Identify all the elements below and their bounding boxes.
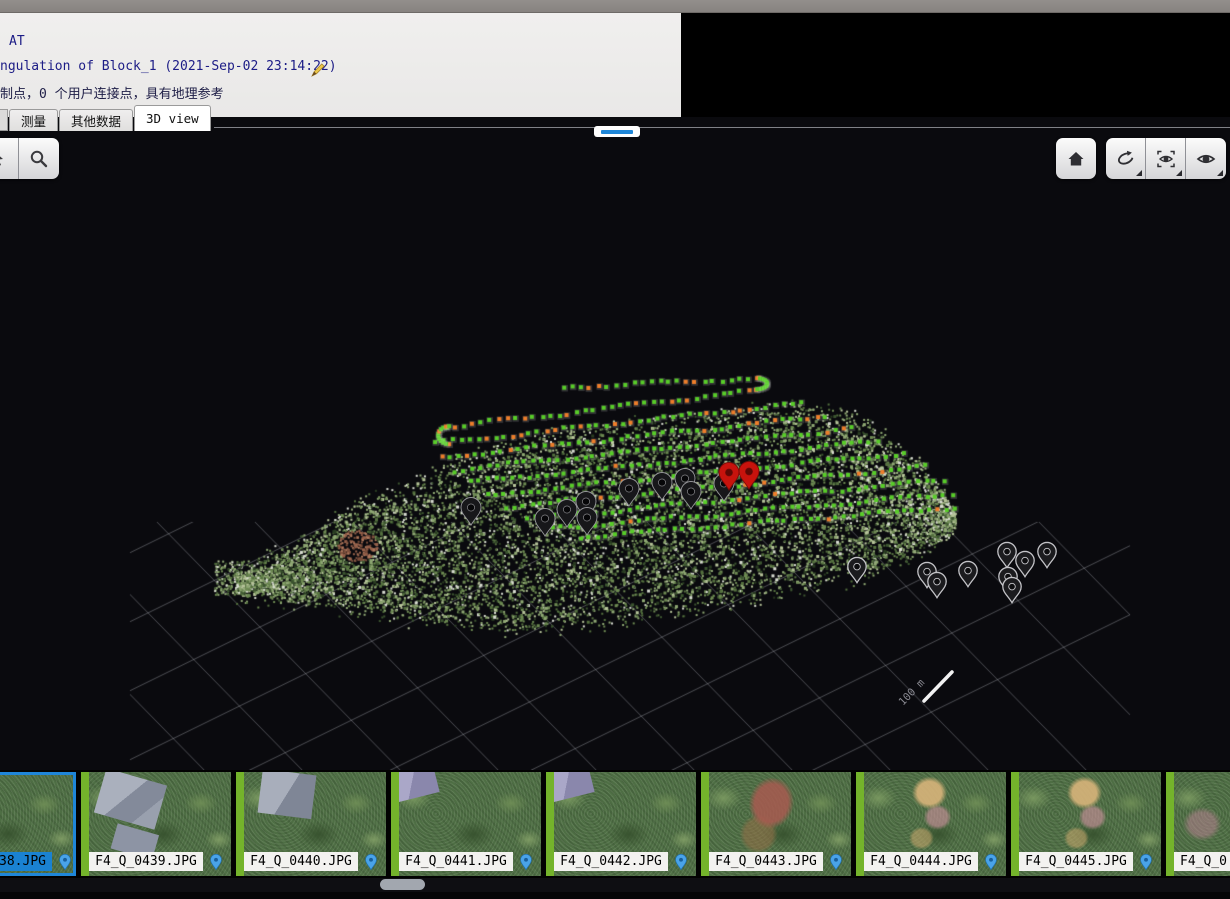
pan-icon	[0, 149, 9, 169]
control-point-pin[interactable]	[928, 572, 946, 597]
photo-thumbnail[interactable]: 38.JPG	[0, 772, 76, 876]
photo-pin-icon	[519, 853, 533, 871]
photo-thumbnail[interactable]: F4_Q_0440.JPG	[236, 772, 386, 876]
photo-pin-icon	[1139, 853, 1153, 871]
photo-pin-icon	[58, 853, 72, 871]
control-point-pin[interactable]	[1016, 551, 1034, 576]
toolbar-view	[1106, 138, 1226, 179]
photo-filename: F4_Q_0445.JPG	[1019, 852, 1133, 871]
photo-thumbnail[interactable]: F4_Q_0439.JPG	[81, 772, 231, 876]
panel-splitter-handle[interactable]	[594, 126, 640, 137]
eye-icon	[1195, 148, 1217, 170]
photo-filename: F4_Q_0442.JPG	[554, 852, 668, 871]
photo-pin-icon	[674, 853, 688, 871]
display-options-button[interactable]	[1186, 138, 1226, 179]
photo-position-pin[interactable]	[619, 479, 639, 507]
app-label: AT	[9, 34, 25, 49]
pan-tool-button[interactable]	[0, 138, 19, 179]
tab-label: 测量	[21, 111, 46, 130]
photo-filename: F4_Q_0439.JPG	[89, 852, 203, 871]
orbit-icon	[1115, 148, 1137, 170]
application-window: AT ngulation of Block_1 (2021-Sep-02 23:…	[0, 0, 1230, 899]
scale-label: 100 m	[897, 677, 928, 708]
photo-position-pin[interactable]	[557, 500, 577, 528]
viewport-top-divider	[214, 127, 1230, 128]
block-summary: 制点，0 个用户连接点，具有地理参考	[0, 83, 224, 102]
tab-strip: 测量 其他数据 3D view	[0, 104, 212, 131]
orbit-mode-button[interactable]	[1106, 138, 1146, 179]
edit-pencil-icon[interactable]	[310, 62, 326, 78]
photo-position-pin[interactable]	[652, 473, 672, 501]
photo-thumbnail[interactable]: F4_Q_0443.JPG	[701, 772, 851, 876]
header-panel: AT ngulation of Block_1 (2021-Sep-02 23:…	[0, 13, 681, 117]
tab-3d-view[interactable]: 3D view	[134, 105, 211, 131]
photo-position-pin[interactable]	[681, 482, 701, 510]
selected-photo-pin[interactable]	[739, 462, 759, 490]
photo-position-pin[interactable]	[461, 498, 481, 526]
zoom-on-visible-button[interactable]	[1146, 138, 1186, 179]
photo-pin-icon	[209, 853, 223, 871]
scale-bar	[924, 672, 952, 701]
photo-position-pin[interactable]	[577, 508, 597, 536]
control-point-pin[interactable]	[1038, 542, 1056, 567]
photo-thumbnail[interactable]: F4_Q_0444.JPG	[856, 772, 1006, 876]
dropdown-corner	[1176, 170, 1182, 176]
photo-thumbnail[interactable]: F4_Q_0441.JPG	[391, 772, 541, 876]
tab-scroll-stub[interactable]	[0, 109, 8, 131]
tab-label: 其他数据	[71, 111, 121, 130]
scrollbar-thumb[interactable]	[380, 879, 425, 890]
photo-thumbnail[interactable]: F4_Q_0442.JPG	[546, 772, 696, 876]
tab-其他数据[interactable]: 其他数据	[59, 109, 133, 131]
toolbar-home	[1056, 138, 1096, 179]
marker-overlay: 100 m	[0, 117, 1230, 770]
photo-pin-icon	[984, 853, 998, 871]
photo-thumbnail[interactable]: F4_Q_0445.JPG	[1011, 772, 1161, 876]
window-titlebar[interactable]	[0, 0, 1230, 13]
photo-filename: F4_Q_0444.JPG	[864, 852, 978, 871]
splitter-grip	[601, 130, 633, 134]
control-point-pin[interactable]	[998, 542, 1016, 567]
photo-filename: F4_Q_0	[1174, 852, 1230, 871]
control-point-pin[interactable]	[959, 561, 977, 586]
control-point-pin[interactable]	[1003, 577, 1021, 602]
viewport-3d[interactable]: 100 m	[0, 117, 1230, 770]
photo-filename: F4_Q_0443.JPG	[709, 852, 823, 871]
photo-pin-icon	[364, 853, 378, 871]
horizontal-scrollbar[interactable]	[0, 878, 1230, 892]
control-point-pin[interactable]	[848, 557, 866, 582]
toolbar-left	[0, 138, 59, 179]
photo-filename: 38.JPG	[0, 852, 52, 871]
photo-filename: F4_Q_0440.JPG	[244, 852, 358, 871]
dropdown-corner	[1136, 170, 1142, 176]
block-title: ngulation of Block_1 (2021-Sep-02 23:14:…	[0, 59, 337, 74]
magnifier-icon	[29, 149, 49, 169]
filmstrip: 38.JPG F4_Q_0439.JPG F	[0, 770, 1230, 878]
photo-filename: F4_Q_0441.JPG	[399, 852, 513, 871]
zoom-tool-button[interactable]	[19, 138, 59, 179]
tab-测量[interactable]: 测量	[9, 109, 58, 131]
filmstrip-scroll-area	[0, 878, 1230, 899]
home-icon	[1066, 149, 1086, 169]
photo-thumbnail[interactable]: F4_Q_0	[1166, 772, 1230, 876]
tab-label: 3D view	[146, 111, 199, 126]
photo-pin-icon	[829, 853, 843, 871]
photo-position-pin[interactable]	[535, 509, 555, 537]
dropdown-corner	[1217, 170, 1223, 176]
eye-focus-icon	[1155, 148, 1177, 170]
home-view-button[interactable]	[1056, 138, 1096, 179]
